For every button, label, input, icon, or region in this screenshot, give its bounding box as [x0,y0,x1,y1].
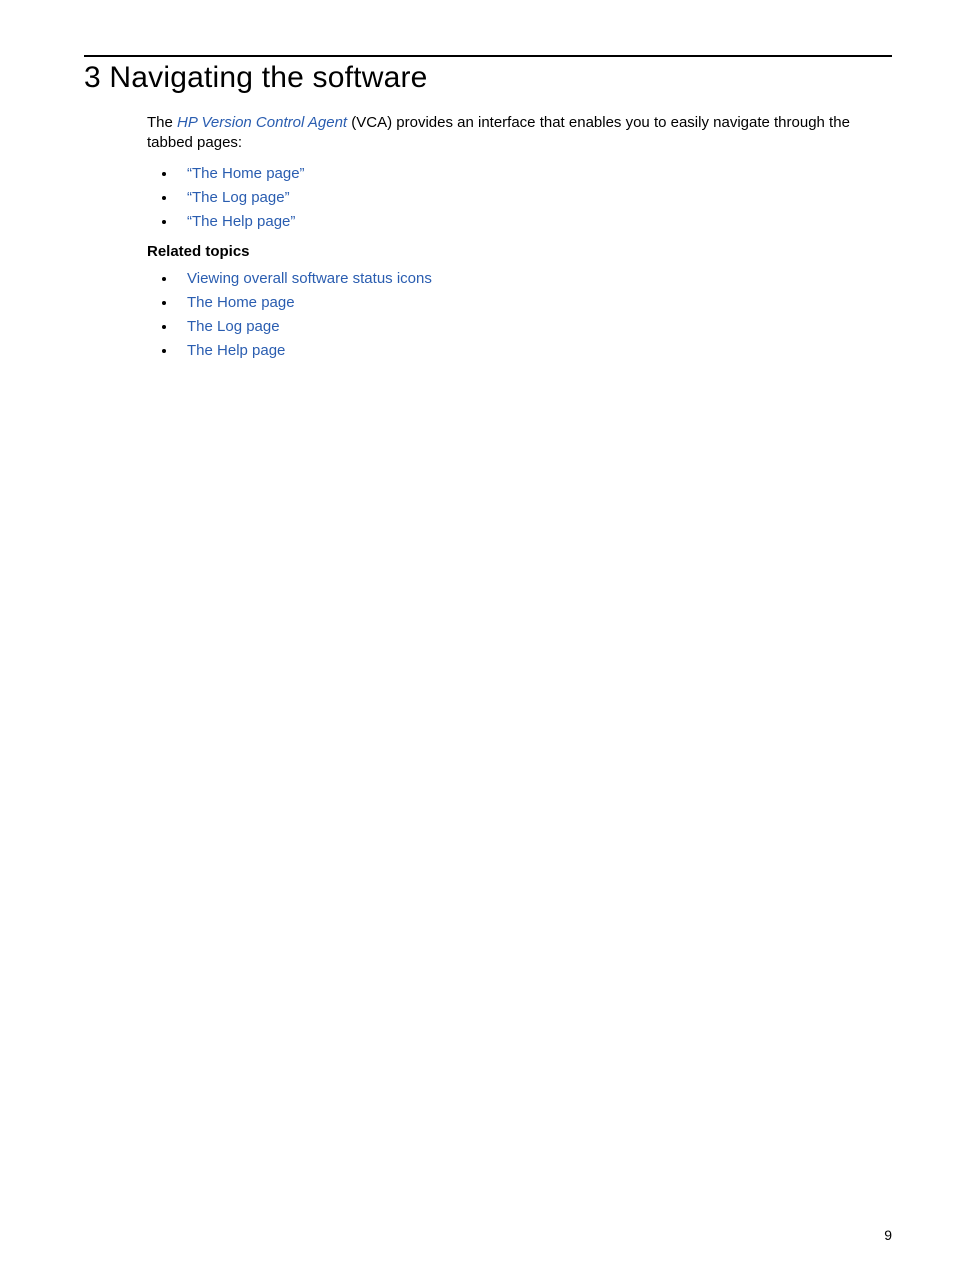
link-viewing-status-icons[interactable]: Viewing overall software status icons [187,270,432,287]
link-help-page[interactable]: “The Help page” [187,213,295,230]
link-related-log[interactable]: The Log page [187,318,280,335]
top-rule [84,55,892,57]
page-number: 9 [884,1227,892,1243]
chapter-title: 3 Navigating the software [84,61,892,95]
page-container: 3 Navigating the software The HP Version… [0,0,954,412]
related-topics-heading: Related topics [147,242,892,262]
list-item: Viewing overall software status icons [177,269,892,289]
link-related-home[interactable]: The Home page [187,294,295,311]
tabbed-pages-list: “The Home page” “The Log page” “The Help… [147,164,892,233]
list-item: The Log page [177,317,892,337]
list-item: “The Log page” [177,188,892,208]
list-item: “The Home page” [177,164,892,184]
list-item: “The Help page” [177,212,892,232]
body-block: The HP Version Control Agent (VCA) provi… [147,113,892,362]
list-item: The Home page [177,293,892,313]
intro-paragraph: The HP Version Control Agent (VCA) provi… [147,113,892,154]
term-link-vca[interactable]: HP Version Control Agent [177,114,347,131]
link-log-page[interactable]: “The Log page” [187,189,290,206]
intro-pre: The [147,114,177,131]
link-home-page[interactable]: “The Home page” [187,165,305,182]
related-topics-list: Viewing overall software status icons Th… [147,269,892,362]
link-related-help[interactable]: The Help page [187,342,285,359]
list-item: The Help page [177,341,892,361]
